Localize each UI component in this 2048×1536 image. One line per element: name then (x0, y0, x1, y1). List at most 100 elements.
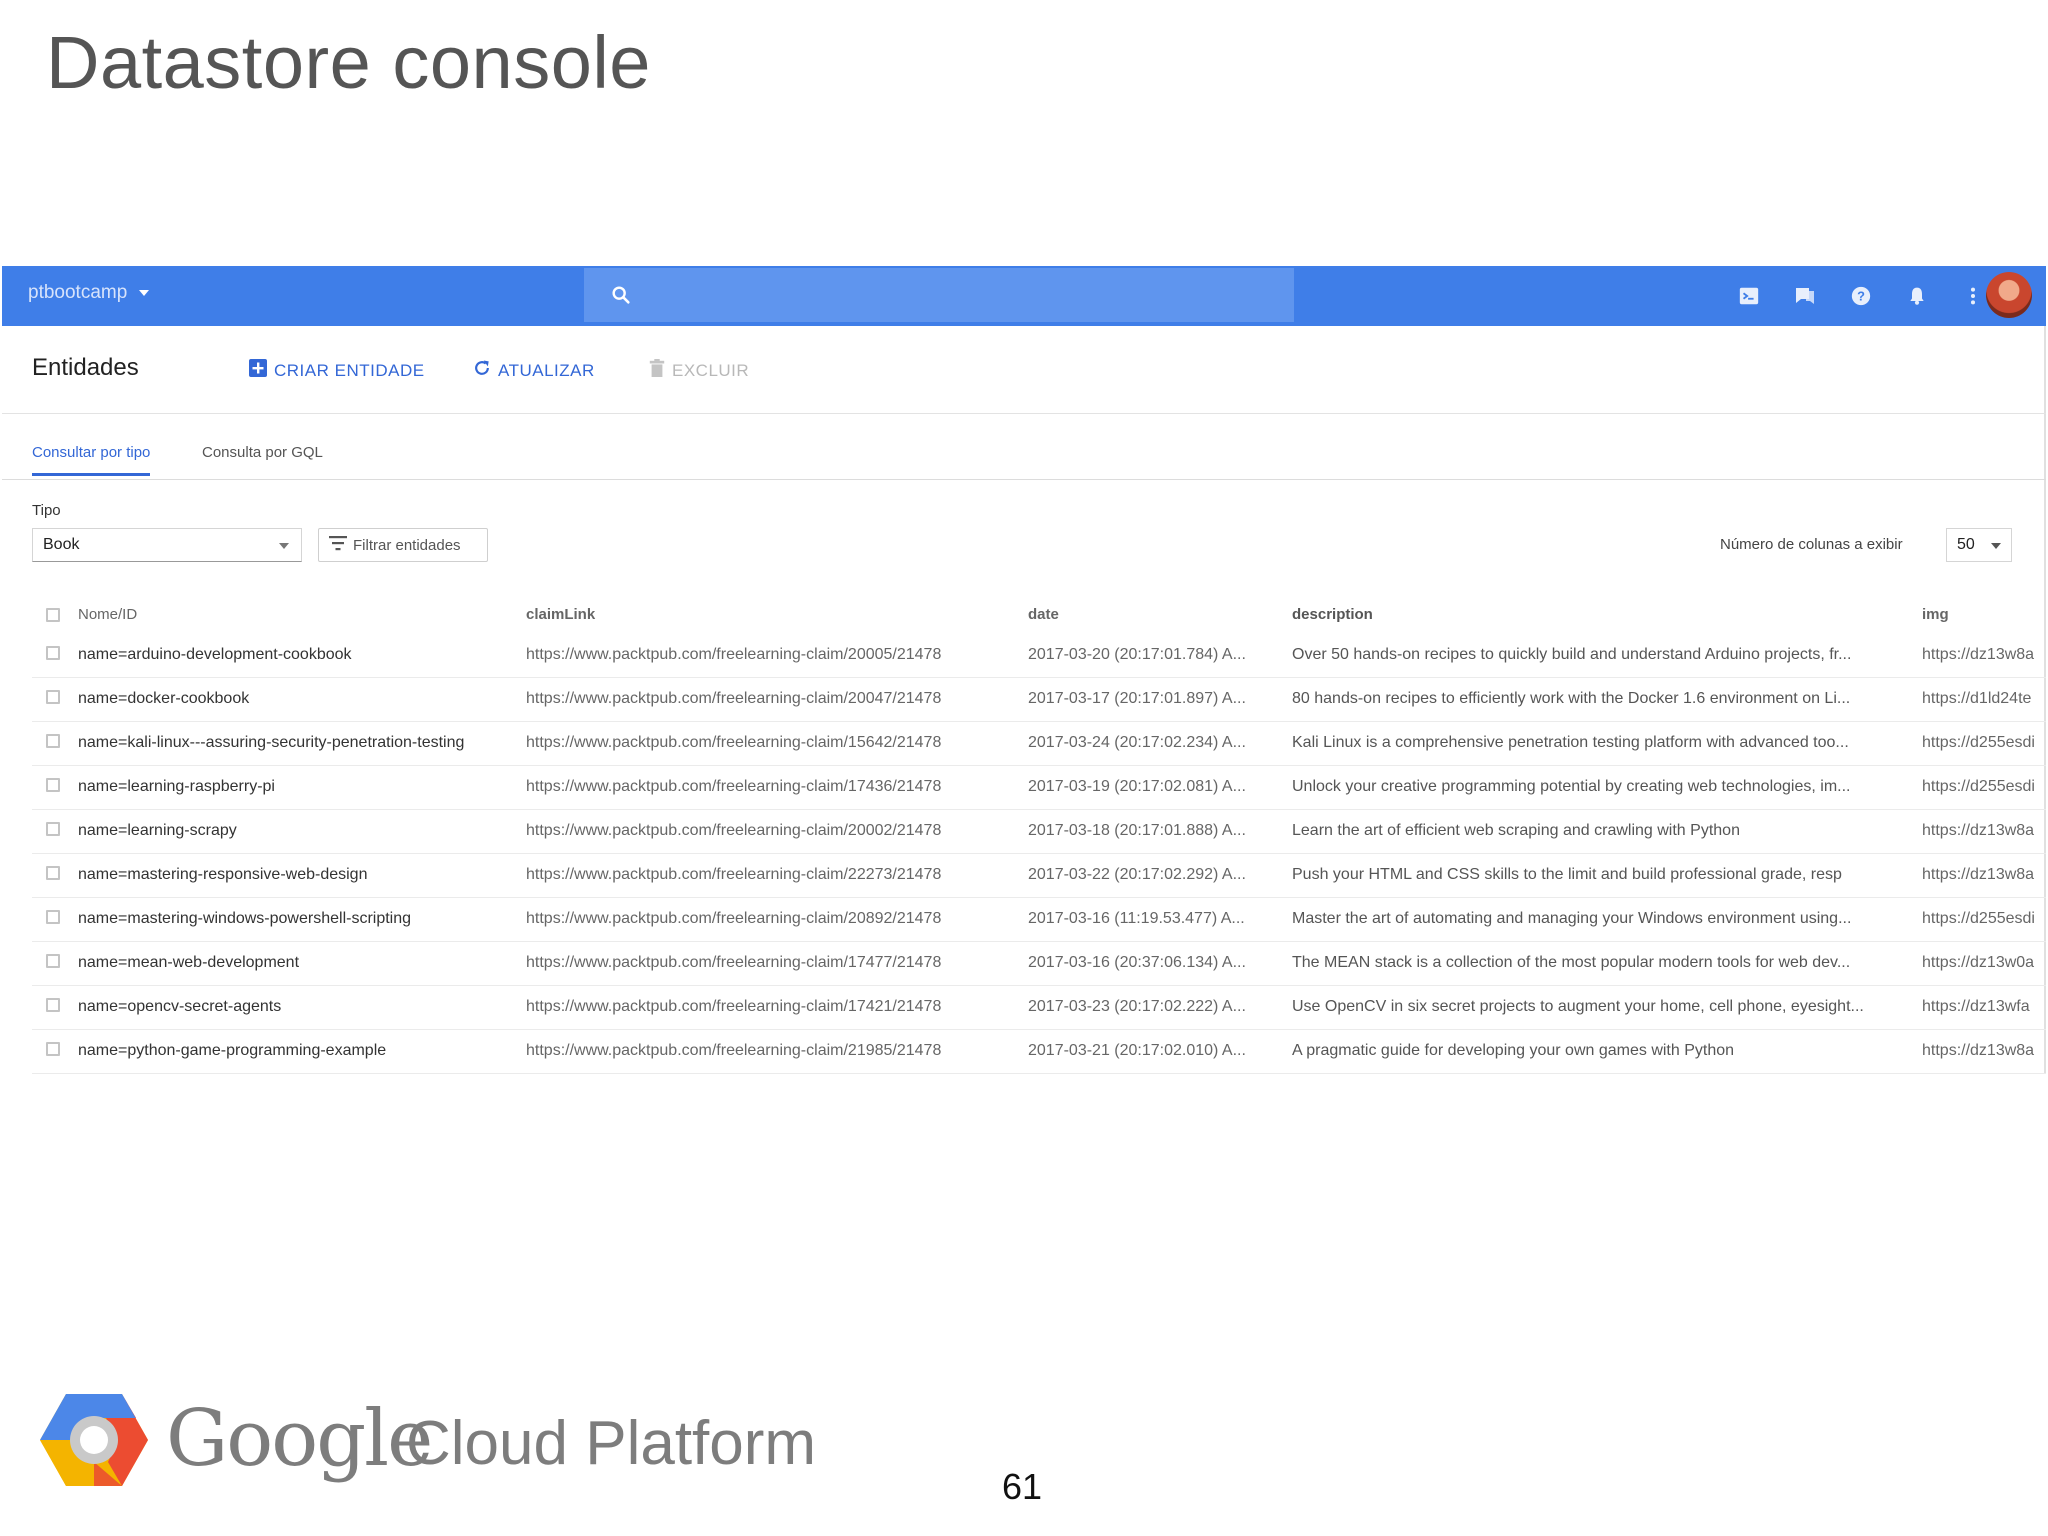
bell-icon[interactable] (1904, 283, 1930, 309)
cell-description: Kali Linux is a comprehensive penetratio… (1292, 734, 1849, 751)
cloud-shell-icon[interactable] (1736, 283, 1762, 309)
table-row[interactable]: name=mastering-windows-powershell-script… (32, 898, 2046, 942)
svg-text:?: ? (1857, 289, 1865, 304)
add-box-icon (248, 358, 268, 383)
row-checkbox[interactable] (46, 954, 60, 968)
cell-date: 2017-03-21 (20:17:02.010) A... (1028, 1042, 1246, 1059)
more-vert-icon[interactable] (1960, 283, 1986, 309)
columns-count-label: Número de colunas a exibir (1720, 536, 1903, 553)
row-checkbox[interactable] (46, 646, 60, 660)
project-name: ptbootcamp (28, 282, 128, 303)
column-header-description[interactable]: description (1292, 606, 1882, 623)
table-row[interactable]: name=mean-web-development https://www.pa… (32, 942, 2046, 986)
cell-img: https://dz13w8a (1922, 1042, 2035, 1059)
cell-date: 2017-03-23 (20:17:02.222) A... (1028, 998, 1246, 1015)
cell-description: Learn the art of efficient web scraping … (1292, 822, 1740, 839)
column-header-date[interactable]: date (1028, 606, 1258, 623)
row-checkbox[interactable] (46, 690, 60, 704)
chevron-down-icon (1991, 543, 2001, 549)
entities-table: Nome/ID claimLink date description img n… (32, 596, 2046, 1074)
cell-name[interactable]: name=kali-linux---assuring-security-pene… (78, 734, 498, 752)
refresh-button[interactable]: ATUALIZAR (472, 358, 595, 383)
page-number: 61 (1002, 1466, 1043, 1507)
cell-name[interactable]: name=learning-raspberry-pi (78, 778, 498, 796)
row-checkbox[interactable] (46, 734, 60, 748)
cell-date: 2017-03-24 (20:17:02.234) A... (1028, 734, 1246, 751)
table-row[interactable]: name=learning-raspberry-pi https://www.p… (32, 766, 2046, 810)
help-icon[interactable]: ? (1848, 283, 1874, 309)
cell-description: A pragmatic guide for developing your ow… (1292, 1042, 1735, 1059)
select-all-checkbox[interactable] (46, 608, 60, 622)
cell-claimlink: https://www.packtpub.com/freelearning-cl… (526, 998, 942, 1015)
slide-title: Datastore console (46, 21, 651, 104)
cell-name[interactable]: name=opencv-secret-agents (78, 998, 498, 1016)
cell-name[interactable]: name=docker-cookbook (78, 690, 498, 708)
refresh-label: ATUALIZAR (498, 360, 595, 380)
search-bar[interactable] (584, 268, 1294, 322)
row-checkbox[interactable] (46, 998, 60, 1012)
table-header: Nome/ID claimLink date description img (32, 596, 2046, 634)
cell-img: https://d1ld24te (1922, 690, 2032, 707)
cell-img: https://d255esdi (1922, 910, 2035, 927)
cell-name[interactable]: name=python-game-programming-example (78, 1042, 498, 1060)
table-row[interactable]: name=learning-scrapy https://www.packtpu… (32, 810, 2046, 854)
cell-date: 2017-03-17 (20:17:01.897) A... (1028, 690, 1246, 707)
columns-count-select[interactable]: 50 (1946, 528, 2012, 562)
cell-img: https://d255esdi (1922, 778, 2035, 795)
tab-query-by-kind[interactable]: Consultar por tipo (32, 444, 151, 476)
column-header-img[interactable]: img (1922, 606, 2046, 623)
footer-logo-google: Google (166, 1394, 433, 1484)
column-header-name[interactable]: Nome/ID (78, 606, 498, 623)
table-row[interactable]: name=arduino-development-cookbook https:… (32, 634, 2046, 678)
cell-img: https://dz13w8a (1922, 822, 2035, 839)
row-checkbox[interactable] (46, 1042, 60, 1056)
cell-name[interactable]: name=learning-scrapy (78, 822, 498, 840)
cell-claimlink: https://www.packtpub.com/freelearning-cl… (526, 646, 942, 663)
filter-entities-button[interactable]: Filtrar entidades (318, 528, 488, 562)
column-header-claimlink[interactable]: claimLink (526, 606, 986, 623)
avatar[interactable] (1986, 272, 2032, 318)
table-row[interactable]: name=docker-cookbook https://www.packtpu… (32, 678, 2046, 722)
row-checkbox[interactable] (46, 910, 60, 924)
search-icon (610, 284, 632, 311)
cell-claimlink: https://www.packtpub.com/freelearning-cl… (526, 822, 942, 839)
cell-description: The MEAN stack is a collection of the mo… (1292, 954, 1851, 971)
create-entity-button[interactable]: CRIAR ENTIDADE (248, 358, 425, 383)
action-toolbar: Entidades CRIAR ENTIDADE ATUALIZAR EXCLU… (2, 326, 2046, 414)
tab-query-by-gql[interactable]: Consulta por GQL (202, 444, 323, 473)
table-row[interactable]: name=kali-linux---assuring-security-pene… (32, 722, 2046, 766)
kind-select[interactable]: Book (32, 528, 302, 562)
trash-icon (648, 358, 666, 383)
chevron-down-icon (279, 543, 289, 549)
cell-name[interactable]: name=mean-web-development (78, 954, 498, 972)
delete-label: EXCLUIR (672, 360, 750, 380)
page-title: Entidades (32, 354, 139, 381)
cell-name[interactable]: name=arduino-development-cookbook (78, 646, 498, 664)
cell-name[interactable]: name=mastering-windows-powershell-script… (78, 910, 498, 928)
table-row[interactable]: name=opencv-secret-agents https://www.pa… (32, 986, 2046, 1030)
cell-description: Unlock your creative programming potenti… (1292, 778, 1851, 795)
table-row[interactable]: name=python-game-programming-example htt… (32, 1030, 2046, 1074)
table-row[interactable]: name=mastering-responsive-web-design htt… (32, 854, 2046, 898)
cell-date: 2017-03-20 (20:17:01.784) A... (1028, 646, 1246, 663)
cell-img: https://dz13w8a (1922, 646, 2035, 663)
feedback-icon[interactable] (1792, 283, 1818, 309)
project-selector[interactable]: ptbootcamp (28, 282, 150, 304)
row-checkbox[interactable] (46, 866, 60, 880)
cell-name[interactable]: name=mastering-responsive-web-design (78, 866, 498, 884)
columns-count-value: 50 (1957, 536, 1975, 553)
row-checkbox[interactable] (46, 822, 60, 836)
refresh-icon (472, 358, 492, 383)
datastore-console: ptbootcamp ? Entidades CRIAR ENTIDADE AT… (2, 266, 2046, 1074)
cell-date: 2017-03-16 (11:19.53.477) A... (1028, 910, 1245, 927)
row-checkbox[interactable] (46, 778, 60, 792)
filter-icon (329, 535, 347, 555)
cell-description: Over 50 hands-on recipes to quickly buil… (1292, 646, 1852, 663)
cell-date: 2017-03-22 (20:17:02.292) A... (1028, 866, 1246, 883)
delete-button[interactable]: EXCLUIR (648, 358, 749, 383)
query-tabs: Consultar por tipo Consulta por GQL (2, 414, 2046, 480)
cell-claimlink: https://www.packtpub.com/freelearning-cl… (526, 690, 942, 707)
cell-claimlink: https://www.packtpub.com/freelearning-cl… (526, 954, 942, 971)
footer-logo-cloud-platform: Cloud Platform (406, 1409, 817, 1478)
cell-img: https://dz13w0a (1922, 954, 2035, 971)
